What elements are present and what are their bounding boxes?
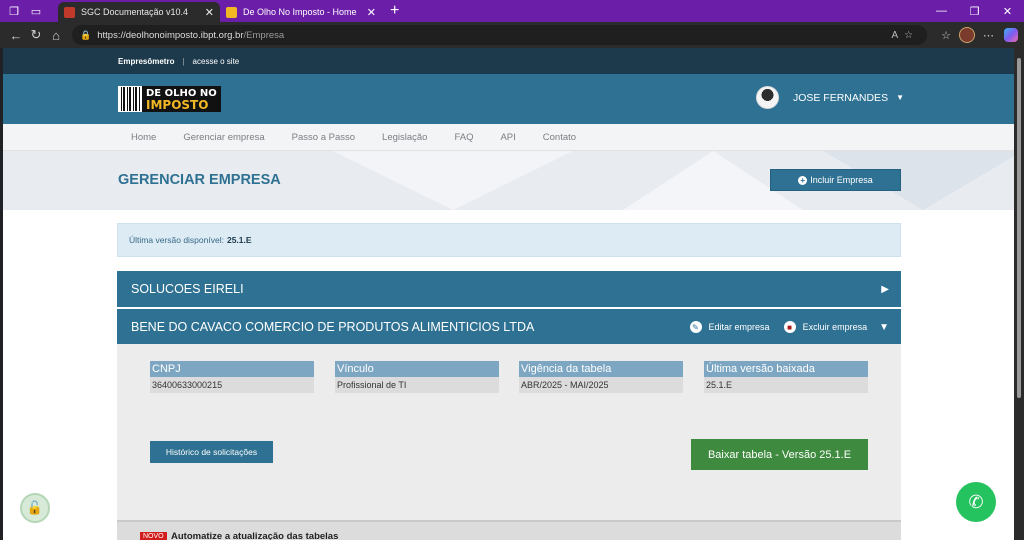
alert-label: Última versão disponível: xyxy=(129,235,224,245)
user-menu[interactable]: JOSE FERNANDES ▼ xyxy=(755,86,904,109)
ultima-versao-field: Última versão baixada 25.1.E xyxy=(704,361,868,393)
page-title: GERENCIAR EMPRESA xyxy=(118,172,281,188)
workspaces-icon[interactable]: ❐ xyxy=(6,3,22,19)
caret-down-icon: ▼ xyxy=(896,93,904,102)
company-accordion-header[interactable]: SOLUCOES EIRELI ▶ xyxy=(117,271,901,307)
plus-circle-icon: + xyxy=(798,175,808,185)
separator: | xyxy=(182,56,185,66)
user-avatar xyxy=(755,86,779,109)
nav-gerenciar-empresa[interactable]: Gerenciar empresa xyxy=(183,132,264,143)
user-name: JOSE FERNANDES xyxy=(792,91,889,104)
scrollbar-thumb[interactable] xyxy=(1017,58,1021,398)
company-name: BENE DO CAVACO COMERCIO DE PRODUTOS ALIM… xyxy=(131,320,535,334)
edit-company-label: Editar empresa xyxy=(708,322,770,332)
web-page: Empresômetro | acesse o site DE OLHO NO … xyxy=(3,48,1014,540)
download-table-button[interactable]: Baixar tabela - Versão 25.1.E xyxy=(691,439,868,470)
tab-deolho[interactable]: De Olho No Imposto - Home ✕ xyxy=(220,2,382,22)
field-label: CNPJ xyxy=(150,361,314,377)
site-logo[interactable]: DE OLHO NO IMPOSTO xyxy=(118,86,221,112)
new-tab-icon[interactable]: + xyxy=(390,3,399,19)
logo-line1: DE OLHO NO xyxy=(146,87,217,99)
field-value: 25.1.E xyxy=(704,377,868,393)
copilot-icon[interactable] xyxy=(1004,28,1018,42)
logo-text: DE OLHO NO IMPOSTO xyxy=(142,86,221,112)
promo-section: NOVO Automatize a atualização das tabela… xyxy=(117,520,901,540)
read-aloud-favorite-icons[interactable]: A☆ xyxy=(891,30,919,41)
version-alert: Última versão disponível: 25.1.E xyxy=(117,223,901,257)
new-badge: NOVO xyxy=(140,532,167,540)
brand-link[interactable]: Empresômetro xyxy=(118,57,174,66)
favorites-icon[interactable]: ☆ xyxy=(941,29,951,42)
barcode-icon xyxy=(118,86,142,112)
address-toolbar: ← ↻ ⌂ 🔒 https://deolhonoimposto.ibpt.org… xyxy=(0,22,1024,48)
field-value: ABR/2025 - MAI/2025 xyxy=(519,377,683,393)
nav-home[interactable]: Home xyxy=(131,132,156,143)
field-label: Vínculo xyxy=(335,361,499,377)
field-label: Vigência da tabela xyxy=(519,361,683,377)
access-site-link[interactable]: acesse o site xyxy=(193,57,240,66)
nav-faq[interactable]: FAQ xyxy=(454,132,473,143)
url-domain: https://deolhonoimposto.ibpt.org.br xyxy=(97,29,244,41)
nav-legislacao[interactable]: Legislação xyxy=(382,132,427,143)
field-label: Última versão baixada xyxy=(704,361,868,377)
window-controls: — ❐ ✕ xyxy=(925,0,1024,22)
trash-icon: ■ xyxy=(783,321,796,333)
tab-sgc[interactable]: SGC Documentação v10.4 ✕ xyxy=(58,2,220,22)
close-tab-icon[interactable]: ✕ xyxy=(367,6,376,19)
add-company-label: Incluir Empresa xyxy=(810,175,873,185)
tab-title: SGC Documentação v10.4 xyxy=(81,7,189,17)
nav-contato[interactable]: Contato xyxy=(543,132,576,143)
pencil-icon: ✎ xyxy=(689,321,702,333)
decor-triangle xyxy=(333,151,573,210)
address-bar[interactable]: 🔒 https://deolhonoimposto.ibpt.org.br/Em… xyxy=(72,25,928,45)
lock-icon[interactable]: 🔒 xyxy=(80,30,91,41)
page-scrollbar[interactable] xyxy=(1014,48,1024,540)
vinculo-field: Vínculo Profissional de TI xyxy=(335,361,499,393)
edit-company-button[interactable]: ✎ Editar empresa xyxy=(689,321,770,333)
history-button[interactable]: Histórico de solicitações xyxy=(150,441,273,463)
site-header: DE OLHO NO IMPOSTO JOSE FERNANDES ▼ xyxy=(3,74,1014,124)
url-path: /Empresa xyxy=(243,29,285,41)
field-value: 36400633000215 xyxy=(150,377,314,393)
deolho-favicon-icon xyxy=(226,6,237,18)
main-nav: Home Gerenciar empresa Passo a Passo Leg… xyxy=(3,124,1014,151)
restore-icon[interactable]: ❐ xyxy=(958,0,991,22)
close-window-icon[interactable]: ✕ xyxy=(991,0,1024,22)
tab-title: De Olho No Imposto - Home xyxy=(243,7,357,17)
logo-line2: IMPOSTO xyxy=(146,97,209,112)
top-strip: Empresômetro | acesse o site xyxy=(3,48,1014,74)
sgc-favicon-icon xyxy=(64,6,75,18)
delete-company-label: Excluir empresa xyxy=(802,322,868,332)
page-hero: GERENCIAR EMPRESA + Incluir Empresa xyxy=(3,151,1014,210)
refresh-icon[interactable]: ↻ xyxy=(26,27,46,43)
tab-actions-icon[interactable]: ▭ xyxy=(28,3,44,19)
company-name: SOLUCOES EIRELI xyxy=(131,282,244,296)
field-value: Profissional de TI xyxy=(335,377,499,393)
whatsapp-icon[interactable]: ✆ xyxy=(956,482,996,522)
alert-version: 25.1.E xyxy=(226,235,252,245)
unlock-icon[interactable]: 🔓 xyxy=(20,493,50,523)
delete-company-button[interactable]: ■ Excluir empresa xyxy=(783,321,868,333)
close-tab-icon[interactable]: ✕ xyxy=(205,6,214,19)
promo-title: Automatize a atualização das tabelas xyxy=(171,531,339,540)
back-icon[interactable]: ← xyxy=(6,28,26,43)
add-company-button[interactable]: + Incluir Empresa xyxy=(770,169,901,191)
company-details-panel: CNPJ 36400633000215 Vínculo Profissional… xyxy=(117,344,901,540)
cnpj-field: CNPJ 36400633000215 xyxy=(150,361,314,393)
minimize-icon[interactable]: — xyxy=(925,0,958,22)
company-accordion-header[interactable]: BENE DO CAVACO COMERCIO DE PRODUTOS ALIM… xyxy=(117,309,901,345)
profile-avatar[interactable] xyxy=(959,27,975,43)
more-menu-icon[interactable]: ⋯ xyxy=(983,29,994,42)
home-icon[interactable]: ⌂ xyxy=(46,28,66,43)
nav-passo-a-passo[interactable]: Passo a Passo xyxy=(292,132,355,143)
browser-tab-bar: ❐ ▭ SGC Documentação v10.4 ✕ De Olho No … xyxy=(0,0,1024,22)
chevron-down-icon: ▼ xyxy=(879,321,889,333)
nav-api[interactable]: API xyxy=(500,132,515,143)
vigencia-field: Vigência da tabela ABR/2025 - MAI/2025 xyxy=(519,361,683,393)
chevron-right-icon: ▶ xyxy=(881,283,889,295)
